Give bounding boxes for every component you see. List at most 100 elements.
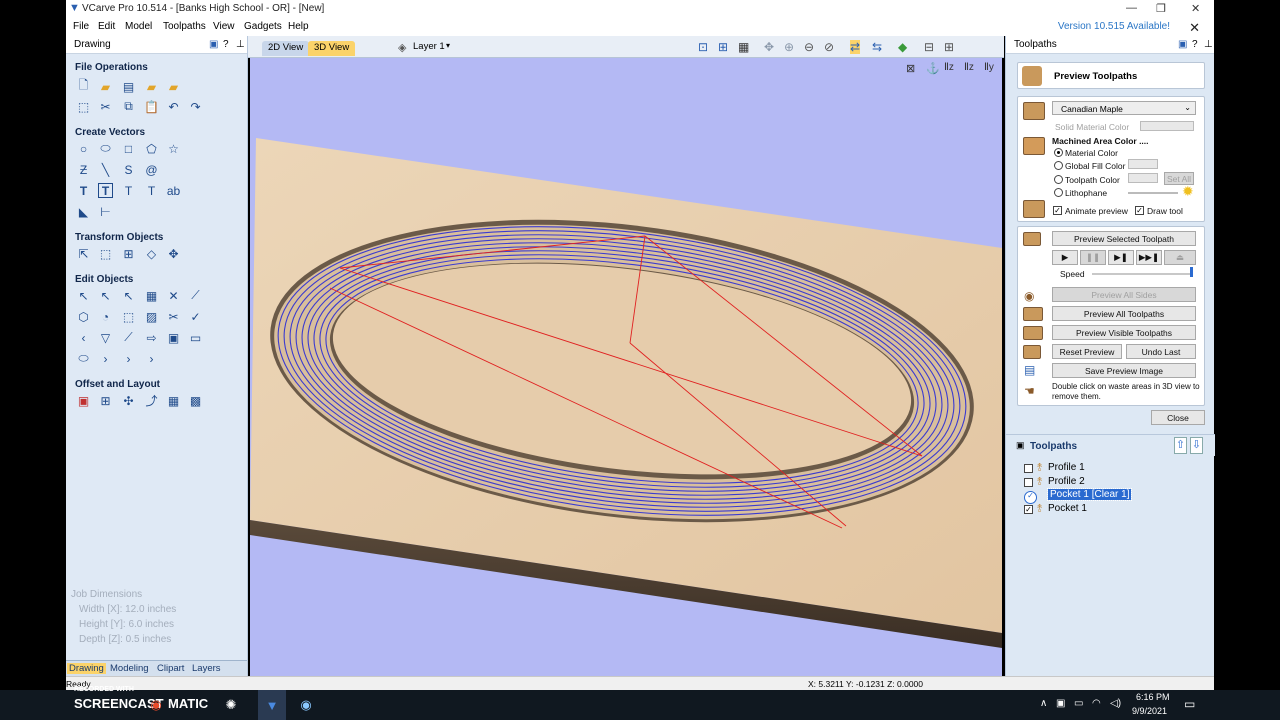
save-preview-image-button[interactable]: Save Preview Image [1052, 363, 1196, 378]
stop-button[interactable]: ⏏ [1164, 250, 1196, 265]
node-edit-icon[interactable]: ↖ [98, 288, 113, 303]
scale-icon[interactable]: ⬚ [98, 246, 113, 261]
help-icon[interactable]: ? [223, 39, 229, 50]
version-notice-link[interactable]: Version 10.515 Available! [1058, 21, 1170, 32]
panel-options-icon[interactable]: ▣ [209, 39, 218, 50]
animate-preview-checkbox[interactable]: ✓ [1053, 206, 1062, 215]
export-icon[interactable]: ▰ [166, 79, 181, 94]
3d-viewport[interactable]: ⊠ ⚓ Ⅱz Ⅱz Ⅱy [250, 58, 1002, 676]
close-window-button[interactable]: ✕ [1191, 2, 1200, 15]
offset-icon[interactable]: ▣ [76, 393, 91, 408]
tab-clipart[interactable]: Clipart [157, 663, 184, 674]
open-file-icon[interactable]: ▰ [98, 79, 113, 94]
image-trace-icon[interactable]: ▣ [166, 330, 181, 345]
tab-drawing[interactable]: Drawing [67, 663, 106, 674]
radio-global-fill[interactable] [1054, 161, 1063, 170]
close-button[interactable]: Close [1151, 410, 1205, 425]
panel-options-icon[interactable]: ▣ [1178, 39, 1187, 50]
view-z-icon[interactable]: Ⅱz [944, 62, 954, 73]
select-icon[interactable]: ↖ [76, 288, 91, 303]
toolpath-item-profile-1[interactable]: Profile 1 [1048, 462, 1085, 473]
shade-icon[interactable]: ◆ [898, 40, 907, 54]
dimension-icon[interactable]: T [144, 183, 159, 198]
screencast-taskbar-icon[interactable]: ◉ [297, 696, 315, 714]
ellipse-icon[interactable]: ⬭ [98, 141, 113, 156]
speed-slider[interactable] [1092, 273, 1192, 275]
offset-shape-icon[interactable]: ⬭ [76, 351, 91, 366]
weld-icon[interactable]: ⬡ [76, 309, 91, 324]
spiral-icon[interactable]: @ [144, 162, 159, 177]
grid-icon[interactable]: ▦ [738, 40, 749, 54]
menu-edit[interactable]: Edit [98, 21, 115, 32]
toolpath-color-picker[interactable] [1128, 173, 1158, 183]
fast-forward-button[interactable]: ▶▶❚ [1136, 250, 1162, 265]
chevron-down-icon[interactable]: ▾ [446, 41, 450, 50]
zoom-box-icon[interactable]: ⊡ [698, 40, 708, 54]
polygon-icon[interactable]: ⬠ [144, 141, 159, 156]
radio-material-color[interactable] [1054, 148, 1063, 157]
zoom-fit-icon[interactable]: ⊞ [718, 40, 728, 54]
zoom-in-icon[interactable]: ⊕ [784, 40, 794, 54]
mirror-icon[interactable]: ▽ [98, 330, 113, 345]
menu-gadgets[interactable]: Gadgets [244, 21, 282, 32]
radio-toolpath-color[interactable] [1054, 175, 1063, 184]
play-button[interactable]: ▶ [1052, 250, 1078, 265]
preview-all-sides-button[interactable]: Preview All Sides [1052, 287, 1196, 302]
arc-icon[interactable]: ╲ [98, 162, 113, 177]
cut-icon[interactable]: ✂ [98, 99, 113, 114]
reset-preview-button[interactable]: Reset Preview [1052, 344, 1122, 359]
smooth-icon[interactable]: › [144, 351, 159, 366]
import-icon[interactable]: ▰ [144, 79, 159, 94]
group-icon[interactable]: ▦ [144, 288, 159, 303]
curve-icon[interactable]: S [121, 162, 136, 177]
star-icon[interactable]: ☆ [166, 141, 181, 156]
iso-view-icon[interactable]: ⊠ [906, 62, 915, 75]
rectangle-icon[interactable]: □ [121, 141, 136, 156]
menu-help[interactable]: Help [288, 21, 309, 32]
copy-icon[interactable]: ⧉ [121, 99, 136, 114]
toolpath-checkbox-pocket-clear[interactable]: ✓ [1024, 491, 1037, 504]
tile-view-icon[interactable]: ⊞ [944, 40, 954, 54]
nesting-icon[interactable]: ▦ [166, 393, 181, 408]
scissors-icon[interactable]: ✂ [166, 309, 181, 324]
zoom-all-icon[interactable]: ⊘ [824, 40, 834, 54]
menu-file[interactable]: File [73, 21, 89, 32]
toolpath-item-pocket-clear[interactable]: Pocket 1 [Clear 1] [1046, 488, 1133, 501]
tray-chevron-icon[interactable]: ∧ [1040, 698, 1047, 709]
battery-icon[interactable]: ▭ [1074, 698, 1083, 709]
layer-dropdown[interactable]: Layer 1 [413, 41, 445, 52]
undo-icon[interactable]: ↶ [166, 99, 181, 114]
extend-icon[interactable]: ▨ [144, 309, 159, 324]
split-view-icon[interactable]: ⊟ [924, 40, 934, 54]
move-icon[interactable]: ⇱ [76, 246, 91, 261]
speed-slider-thumb[interactable] [1190, 267, 1193, 277]
tab-layers[interactable]: Layers [192, 663, 221, 674]
chevron-left-icon[interactable]: ‹ [76, 330, 91, 345]
list-collapse-icon[interactable]: ▣ [1016, 440, 1025, 451]
help-icon[interactable]: ? [1192, 39, 1198, 50]
join-icon[interactable]: ⬚ [121, 309, 136, 324]
tray-meet-icon[interactable]: ▣ [1056, 698, 1065, 709]
copy-along-path-icon[interactable]: ⤴ [144, 393, 159, 408]
draw-icon[interactable]: ◣ [76, 204, 91, 219]
toolpath-checkbox-profile-1[interactable] [1024, 464, 1033, 473]
tab-3d-view[interactable]: 3D View [308, 41, 356, 56]
move-up-icon[interactable]: ⇧ [1174, 437, 1187, 454]
preview-all-button[interactable]: Preview All Toolpaths [1052, 306, 1196, 321]
view-x-icon[interactable]: Ⅱz [964, 62, 974, 73]
text-icon[interactable]: T [76, 183, 91, 198]
undo-last-button[interactable]: Undo Last [1126, 344, 1196, 359]
pin-icon[interactable]: ⊥ [1204, 39, 1213, 50]
align-icon[interactable]: ⊞ [121, 246, 136, 261]
draw-tool-checkbox[interactable]: ✓ [1135, 206, 1144, 215]
toolpath-checkbox-profile-2[interactable] [1024, 478, 1033, 487]
bracket-icon[interactable]: › [98, 351, 113, 366]
axis-view-icon[interactable]: ⚓ [926, 62, 940, 75]
close-document-button[interactable]: ✕ [1189, 20, 1200, 36]
tab-modeling[interactable]: Modeling [110, 663, 149, 674]
center-icon[interactable]: ✥ [166, 246, 181, 261]
step-button[interactable]: ▶❚ [1108, 250, 1134, 265]
zoom-out-icon[interactable]: ⊖ [804, 40, 814, 54]
vcarve-taskbar-icon[interactable]: ▼ [258, 690, 286, 720]
preview-visible-button[interactable]: Preview Visible Toolpaths [1052, 325, 1196, 340]
